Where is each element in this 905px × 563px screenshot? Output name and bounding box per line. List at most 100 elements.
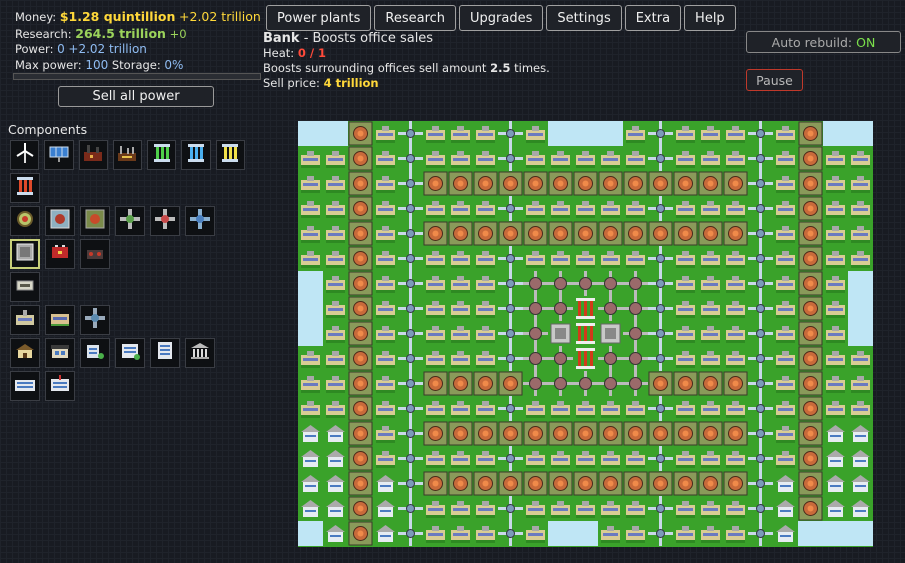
grid-tile-boiler[interactable]	[723, 371, 748, 396]
palette-coal-plant-button[interactable]	[78, 140, 108, 170]
grid-tile-boiler[interactable]	[798, 246, 823, 271]
grid-tile-boiler[interactable]	[648, 471, 673, 496]
grid-tile-boiler[interactable]	[348, 246, 373, 271]
grid-tile-boiler[interactable]	[673, 221, 698, 246]
grid-tile-boiler[interactable]	[423, 221, 448, 246]
grid-tile-boiler[interactable]	[348, 446, 373, 471]
grid-tile-boiler[interactable]	[548, 471, 573, 496]
grid-tile-boiler[interactable]	[698, 171, 723, 196]
grid-tile-boiler[interactable]	[548, 221, 573, 246]
palette-factory-button[interactable]	[112, 140, 143, 170]
palette-heat-pipe-button[interactable]	[185, 206, 215, 236]
palette-office-medium-button[interactable]	[45, 305, 75, 335]
grid-tile-boiler[interactable]	[573, 421, 598, 446]
grid-tile-boiler[interactable]	[798, 146, 823, 171]
grid-tile-boiler[interactable]	[348, 321, 373, 346]
grid-tile-boiler[interactable]	[498, 421, 523, 446]
grid-tile-boiler[interactable]	[348, 471, 373, 496]
palette-solar-panel-button[interactable]	[44, 140, 74, 170]
palette-bank-button[interactable]	[185, 338, 215, 368]
grid-tile-boiler[interactable]	[448, 221, 473, 246]
grid-tile-boiler[interactable]	[798, 296, 823, 321]
grid-tile-boiler[interactable]	[673, 471, 698, 496]
grid-tile-boiler[interactable]	[648, 171, 673, 196]
grid-tile-boiler[interactable]	[698, 371, 723, 396]
nav-help[interactable]: Help	[684, 5, 736, 31]
grid-tile-boiler[interactable]	[348, 271, 373, 296]
grid-tile-boiler[interactable]	[348, 346, 373, 371]
palette-green-cell-button[interactable]	[147, 140, 177, 170]
nav-power-plants[interactable]: Power plants	[266, 5, 372, 31]
grid-tile-boiler[interactable]	[448, 371, 473, 396]
grid-tile-boiler[interactable]	[698, 421, 723, 446]
palette-generator-button[interactable]	[80, 239, 110, 269]
grid-tile-boiler[interactable]	[348, 421, 373, 446]
grid-tile-boiler[interactable]	[598, 221, 623, 246]
grid-tile-boiler[interactable]	[348, 221, 373, 246]
palette-heat-outlet-button[interactable]	[150, 206, 180, 236]
grid-tile-boiler[interactable]	[798, 371, 823, 396]
grid-tile-boiler[interactable]	[348, 521, 373, 546]
grid-tile-cellr[interactable]	[576, 298, 595, 319]
grid-tile-boiler[interactable]	[423, 371, 448, 396]
grid-tile-boiler[interactable]	[798, 471, 823, 496]
grid-tile-boiler[interactable]	[523, 421, 548, 446]
grid-tile-boiler[interactable]	[573, 471, 598, 496]
grid-tile-boiler[interactable]	[573, 221, 598, 246]
nav-research[interactable]: Research	[374, 5, 457, 31]
grid-tile-storage[interactable]	[550, 323, 571, 344]
grid-tile-boiler[interactable]	[723, 421, 748, 446]
grid-tile-boiler[interactable]	[598, 421, 623, 446]
grid-tile-cellr[interactable]	[576, 348, 595, 369]
grid-tile-boiler[interactable]	[798, 446, 823, 471]
palette-red-cell-button[interactable]	[10, 173, 40, 203]
grid-tile-boiler[interactable]	[348, 146, 373, 171]
palette-blue-cell-button[interactable]	[181, 140, 211, 170]
palette-tower-button[interactable]	[150, 338, 180, 368]
grid-tile-boiler[interactable]	[648, 421, 673, 446]
palette-shop-button[interactable]	[45, 338, 75, 368]
grid-tile-boiler[interactable]	[673, 421, 698, 446]
grid-tile-boiler[interactable]	[523, 471, 548, 496]
palette-wind-turbine-button[interactable]	[10, 140, 40, 170]
grid-tile-boiler[interactable]	[798, 496, 823, 521]
palette-power-cable-button[interactable]	[10, 272, 40, 302]
palette-heat-inlet-button[interactable]	[115, 206, 145, 236]
nav-settings[interactable]: Settings	[546, 5, 622, 31]
nav-upgrades[interactable]: Upgrades	[459, 5, 544, 31]
auto-rebuild-toggle[interactable]: Auto rebuild: ON	[746, 31, 901, 53]
grid-tile-boiler[interactable]	[798, 121, 823, 146]
grid-tile-boiler[interactable]	[798, 321, 823, 346]
grid-tile-boiler[interactable]	[348, 296, 373, 321]
grid-tile-boiler[interactable]	[423, 171, 448, 196]
palette-heat-sink-button[interactable]	[80, 206, 110, 236]
grid-tile-boiler[interactable]	[798, 221, 823, 246]
palette-battery-button[interactable]	[45, 239, 75, 269]
grid-tile-boiler[interactable]	[673, 371, 698, 396]
grid-tile-boiler[interactable]	[798, 171, 823, 196]
grid-tile-boiler[interactable]	[498, 171, 523, 196]
grid-tile-boiler[interactable]	[473, 171, 498, 196]
grid-tile-boiler[interactable]	[798, 196, 823, 221]
palette-yellow-cell-button[interactable]	[215, 140, 245, 170]
grid-tile-boiler[interactable]	[798, 396, 823, 421]
grid-tile-boiler[interactable]	[673, 171, 698, 196]
grid-tile-boiler[interactable]	[348, 196, 373, 221]
grid-tile-boiler[interactable]	[648, 221, 673, 246]
sell-all-power-button[interactable]: Sell all power	[58, 86, 214, 107]
grid-tile-boiler[interactable]	[723, 471, 748, 496]
palette-office-building-button[interactable]	[80, 338, 110, 368]
game-grid-canvas[interactable]	[298, 121, 873, 547]
grid-tile-boiler[interactable]	[473, 371, 498, 396]
nav-extra[interactable]: Extra	[624, 5, 682, 31]
grid-tile-boiler[interactable]	[523, 171, 548, 196]
grid-tile-boiler[interactable]	[348, 371, 373, 396]
palette-heat-exchanger-button[interactable]	[10, 206, 40, 236]
grid-tile-cellr[interactable]	[576, 323, 595, 344]
grid-tile-boiler[interactable]	[798, 421, 823, 446]
grid-tile-boiler[interactable]	[623, 421, 648, 446]
grid-tile-boiler[interactable]	[698, 471, 723, 496]
grid-tile-boiler[interactable]	[423, 421, 448, 446]
grid-tile-boiler[interactable]	[473, 421, 498, 446]
grid-tile-boiler[interactable]	[348, 171, 373, 196]
